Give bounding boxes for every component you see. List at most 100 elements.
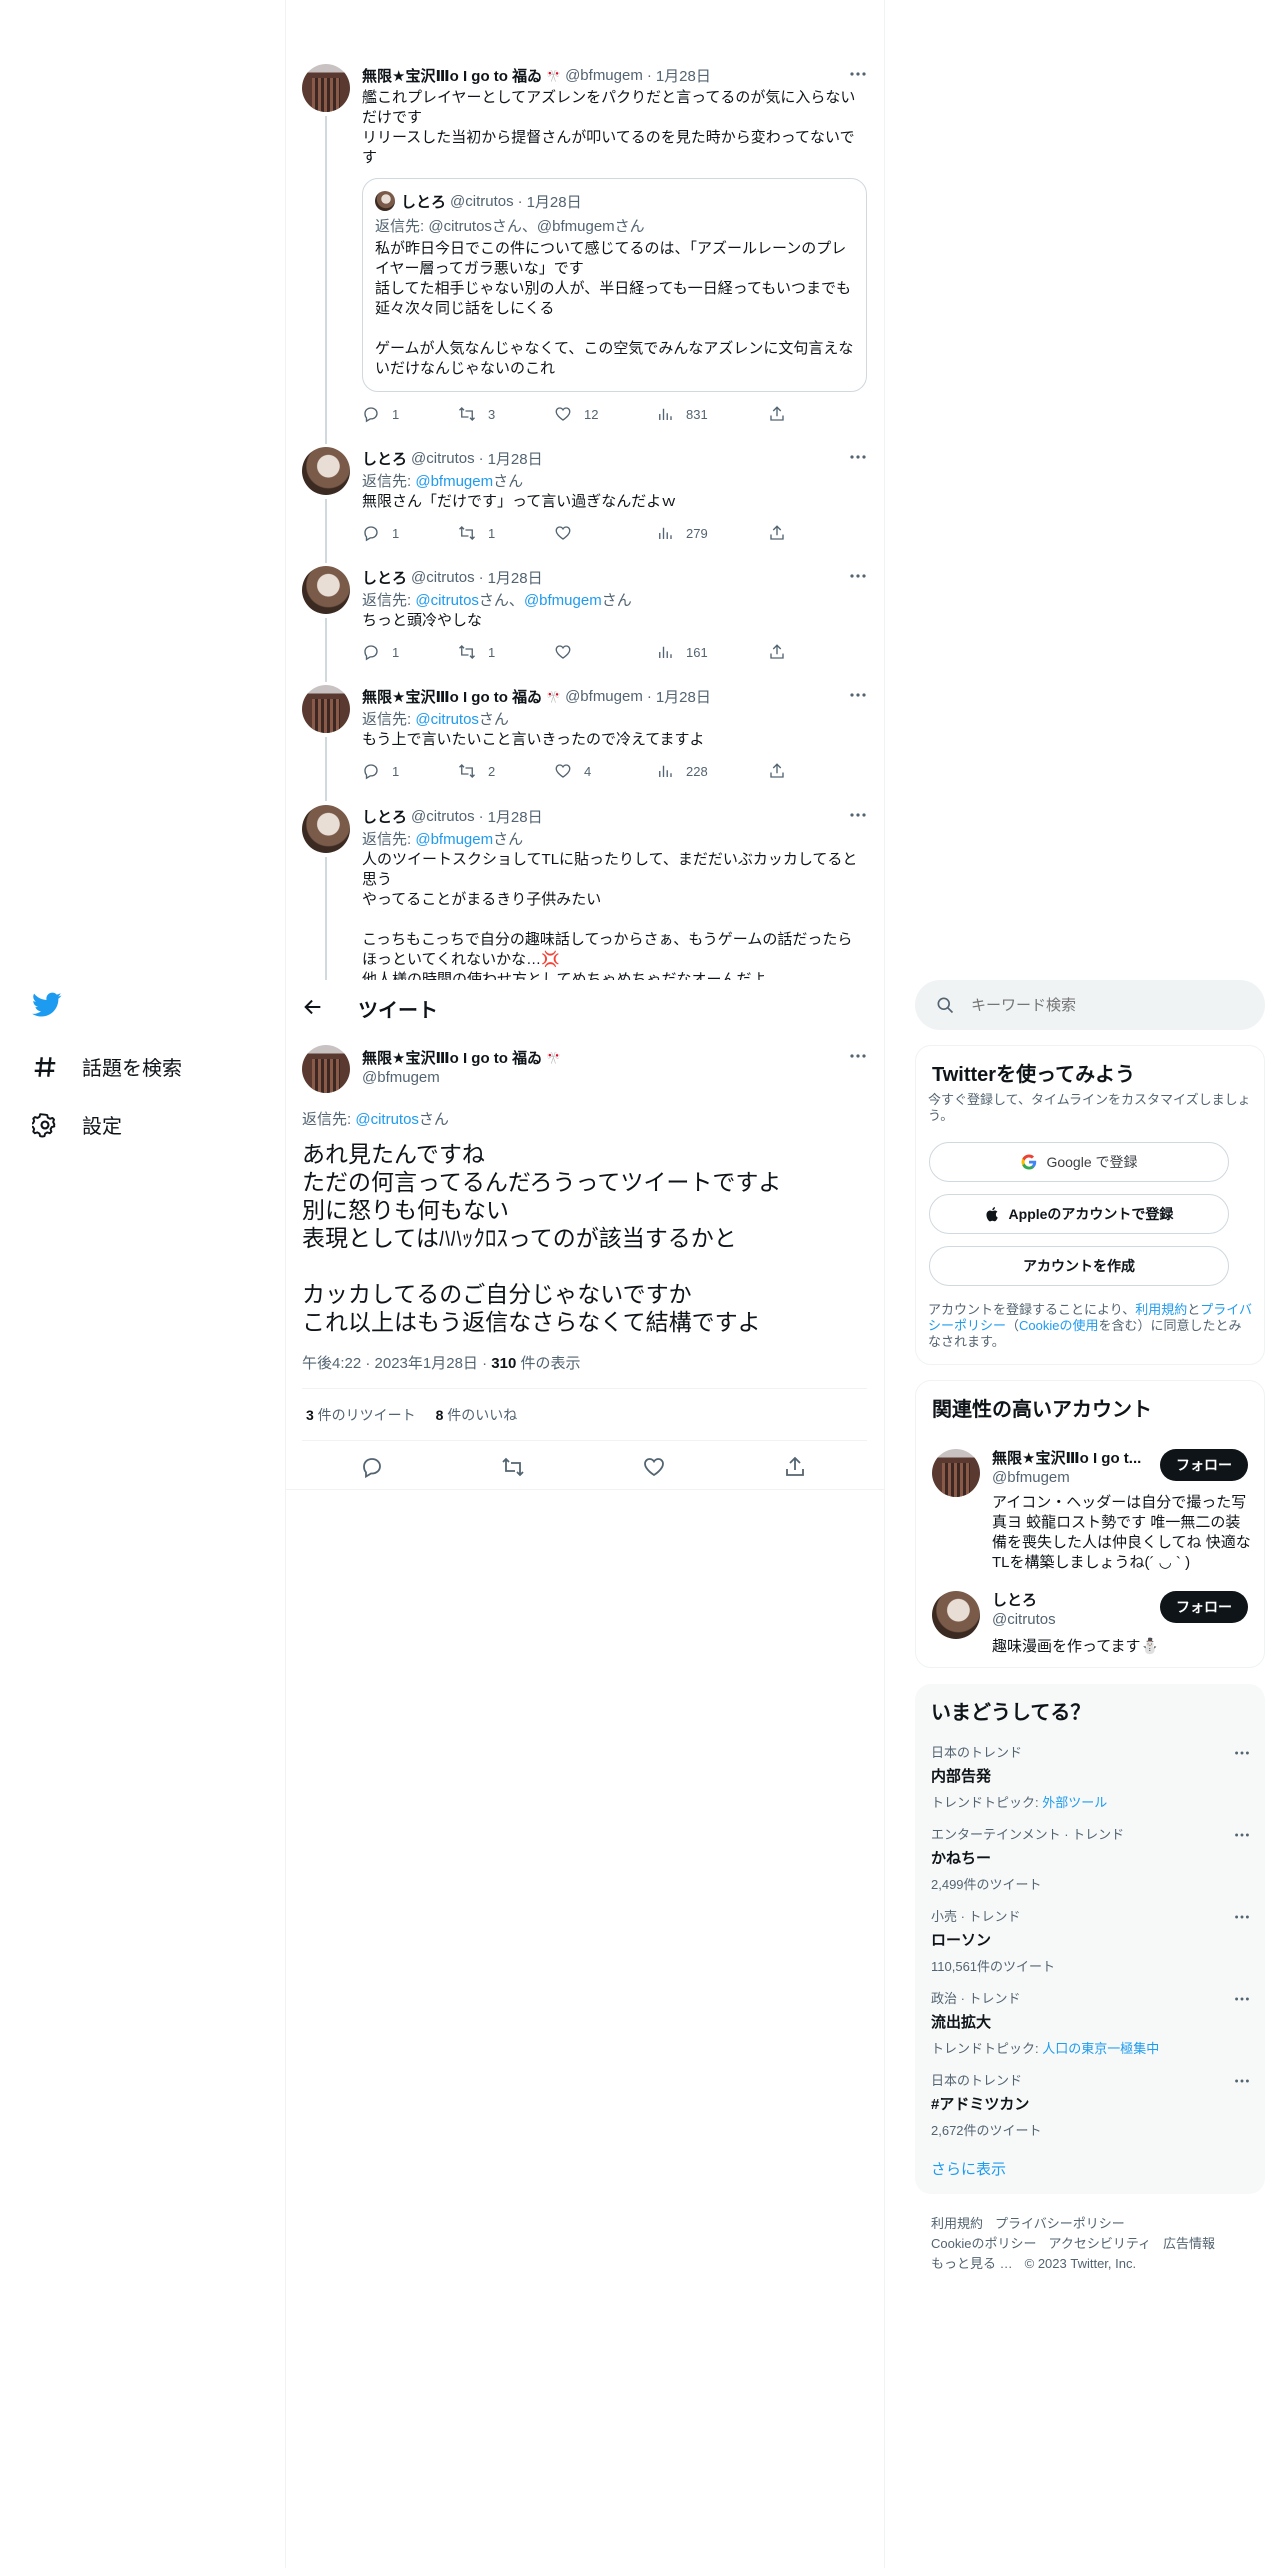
footer-link[interactable]: アクセシビリティ bbox=[1048, 2236, 1151, 2251]
avatar[interactable] bbox=[932, 1591, 980, 1639]
timestamp[interactable]: 午後4:22 · 2023年1月28日 · bbox=[302, 1355, 491, 1372]
trend-item[interactable]: 日本のトレンド 内部告発 トレンドトピック: 外部ツール bbox=[931, 1742, 1251, 1811]
like-button[interactable] bbox=[554, 524, 584, 542]
more-icon[interactable] bbox=[1233, 1744, 1251, 1762]
tweet-time[interactable]: 1月28日 bbox=[488, 567, 543, 588]
reply-button[interactable]: 1 bbox=[362, 762, 399, 780]
tweet-time[interactable]: 1月28日 bbox=[656, 65, 711, 86]
avatar[interactable] bbox=[932, 1449, 980, 1497]
views-button[interactable]: 228 bbox=[656, 762, 708, 780]
retweet-button[interactable]: 3 bbox=[458, 405, 495, 423]
author-name[interactable]: しとろ bbox=[362, 448, 407, 469]
more-icon[interactable] bbox=[1233, 1908, 1251, 1926]
views-button[interactable]: 831 bbox=[656, 405, 708, 423]
mention-link[interactable]: @bfmugem bbox=[415, 473, 493, 490]
twitter-logo-icon[interactable] bbox=[32, 992, 62, 1023]
author-handle[interactable]: @citrutos bbox=[411, 808, 475, 825]
like-button[interactable]: 4 bbox=[554, 762, 591, 780]
more-icon[interactable] bbox=[848, 447, 868, 467]
avatar[interactable] bbox=[302, 447, 350, 495]
create-account-button[interactable]: アカウントを作成 bbox=[929, 1246, 1229, 1286]
heart-icon[interactable] bbox=[642, 1455, 666, 1479]
search-input[interactable] bbox=[971, 993, 1241, 1017]
more-icon[interactable] bbox=[1233, 1990, 1251, 2008]
mention-link[interactable]: @bfmugem bbox=[524, 592, 602, 609]
author-name[interactable]: しとろ bbox=[362, 806, 407, 827]
google-signup-button[interactable]: Google で登録 bbox=[929, 1142, 1229, 1182]
footer-more-link[interactable]: もっと見る … bbox=[931, 2256, 1013, 2271]
quoted-tweet[interactable]: しとろ @citrutos · 1月28日 返信先: @citrutosさん、@… bbox=[362, 178, 867, 392]
mention-link[interactable]: @bfmugem bbox=[415, 831, 493, 848]
author-name[interactable]: 無限★宝沢Ⅲo I go to 福ゐ bbox=[362, 686, 542, 707]
retweet-button[interactable]: 2 bbox=[458, 762, 495, 780]
author-name[interactable]: 無限★宝沢Ⅲo I go to 福ゐ bbox=[362, 1047, 542, 1068]
reply-button[interactable]: 1 bbox=[362, 524, 399, 542]
views-button[interactable]: 161 bbox=[656, 643, 708, 661]
more-icon[interactable] bbox=[1233, 2072, 1251, 2090]
like-button[interactable]: 12 bbox=[554, 405, 598, 423]
like-button[interactable] bbox=[554, 643, 584, 661]
cookie-link[interactable]: Cookieの使用 bbox=[1019, 1318, 1098, 1333]
show-more-link[interactable]: さらに表示 bbox=[931, 2158, 1006, 2179]
retweet-icon[interactable] bbox=[501, 1455, 525, 1479]
more-icon[interactable] bbox=[1233, 1826, 1251, 1844]
account-card[interactable]: 無限★宝沢Ⅲo I go t... @bfmugem フォロー アイコン・ヘッダ… bbox=[916, 1437, 1264, 1571]
author-name[interactable]: しとろ bbox=[362, 567, 407, 588]
tweet-time[interactable]: 1月28日 bbox=[488, 806, 543, 827]
more-icon[interactable] bbox=[848, 566, 868, 586]
trend-item[interactable]: エンターテインメント · トレンド かねちー 2,499件のツイート bbox=[931, 1824, 1251, 1893]
like-count-link[interactable]: 8 件のいいね bbox=[436, 1407, 518, 1423]
share-icon[interactable] bbox=[783, 1455, 807, 1479]
share-button[interactable] bbox=[768, 405, 786, 423]
avatar[interactable] bbox=[302, 566, 350, 614]
mention-link[interactable]: @citrutos bbox=[355, 1111, 419, 1128]
retweet-button[interactable]: 1 bbox=[458, 524, 495, 542]
more-icon[interactable] bbox=[848, 1046, 868, 1066]
share-button[interactable] bbox=[768, 762, 786, 780]
back-arrow-icon[interactable] bbox=[302, 996, 324, 1018]
tweet-time[interactable]: 1月28日 bbox=[656, 686, 711, 707]
retweet-count-link[interactable]: 3 件のリツイート bbox=[306, 1407, 416, 1423]
nav-settings[interactable]: 設定 bbox=[32, 1110, 122, 1139]
author-name[interactable]: 無限★宝沢Ⅲo I go to 福ゐ bbox=[362, 65, 542, 86]
follow-button[interactable]: フォロー bbox=[1160, 1449, 1248, 1481]
more-icon[interactable] bbox=[848, 685, 868, 705]
share-button[interactable] bbox=[768, 643, 786, 661]
views-button[interactable]: 279 bbox=[656, 524, 708, 542]
author-handle[interactable]: @bfmugem bbox=[565, 688, 643, 705]
reply-icon[interactable] bbox=[360, 1455, 384, 1479]
reply-button[interactable]: 1 bbox=[362, 405, 399, 423]
footer-link[interactable]: Cookieのポリシー bbox=[931, 2236, 1036, 2251]
author-handle[interactable]: @bfmugem bbox=[362, 1069, 440, 1086]
avatar[interactable] bbox=[302, 1045, 350, 1093]
account-card[interactable]: しとろ @citrutos フォロー 趣味漫画を作ってます⛄ bbox=[916, 1579, 1264, 1659]
footer-link[interactable]: 利用規約 bbox=[931, 2216, 983, 2231]
trend-item[interactable]: 日本のトレンド #アドミツカン 2,672件のツイート bbox=[931, 2070, 1251, 2139]
apple-signup-button[interactable]: Appleのアカウントで登録 bbox=[929, 1194, 1229, 1234]
more-icon[interactable] bbox=[848, 64, 868, 84]
avatar[interactable] bbox=[302, 805, 350, 853]
nav-explore[interactable]: 話題を検索 bbox=[32, 1052, 182, 1081]
signup-legal: アカウントを登録することにより、利用規約とプライバシーポリシー（Cookieの使… bbox=[928, 1302, 1253, 1349]
mention-link[interactable]: @citrutos bbox=[415, 711, 479, 728]
footer-link[interactable]: プライバシーポリシー bbox=[995, 2216, 1125, 2231]
share-button[interactable] bbox=[768, 524, 786, 542]
retweet-button[interactable]: 1 bbox=[458, 643, 495, 661]
author-handle[interactable]: @citrutos bbox=[411, 450, 475, 467]
avatar[interactable] bbox=[302, 685, 350, 733]
avatar[interactable] bbox=[302, 64, 350, 112]
follow-button[interactable]: フォロー bbox=[1160, 1591, 1248, 1623]
reply-button[interactable]: 1 bbox=[362, 643, 399, 661]
author-handle[interactable]: @bfmugem bbox=[565, 67, 643, 84]
search-bar[interactable] bbox=[915, 980, 1265, 1030]
tweet-time[interactable]: 1月28日 bbox=[488, 448, 543, 469]
author-handle[interactable]: @citrutos bbox=[411, 569, 475, 586]
account-name[interactable]: 無限★宝沢Ⅲo I go t... bbox=[992, 1447, 1141, 1468]
account-name[interactable]: しとろ bbox=[992, 1589, 1037, 1610]
trend-item[interactable]: 政治 · トレンド 流出拡大 トレンドトピック: 人口の東京一極集中 bbox=[931, 1988, 1251, 2057]
mention-link[interactable]: @citrutos bbox=[415, 592, 479, 609]
trend-item[interactable]: 小売 · トレンド ローソン 110,561件のツイート bbox=[931, 1906, 1251, 1975]
terms-link[interactable]: 利用規約 bbox=[1135, 1302, 1187, 1317]
more-icon[interactable] bbox=[848, 805, 868, 825]
footer-link[interactable]: 広告情報 bbox=[1163, 2236, 1215, 2251]
